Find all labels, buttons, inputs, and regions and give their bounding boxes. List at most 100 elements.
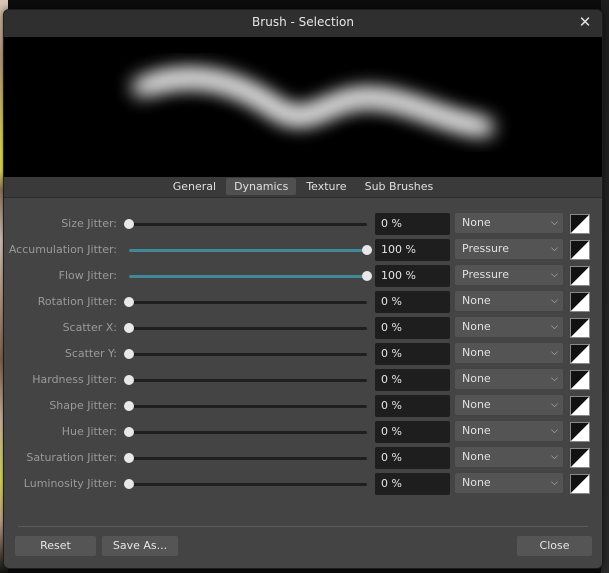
pressure-curve-icon[interactable] — [570, 474, 590, 494]
luminosity-jitter-label: Luminosity Jitter: — [23, 477, 117, 490]
rotation-jitter-slider[interactable] — [124, 297, 367, 307]
dropdown-value: None — [462, 346, 491, 359]
dropdown-value: None — [462, 320, 491, 333]
accumulation-jitter-controller-dropdown[interactable]: Pressure ⌵ — [455, 239, 563, 259]
slider-handle[interactable] — [362, 245, 372, 255]
pressure-curve-icon[interactable] — [570, 370, 590, 390]
saturation-jitter-label: Saturation Jitter: — [26, 451, 117, 464]
dropdown-value: None — [462, 294, 491, 307]
accumulation-jitter-label: Accumulation Jitter: — [8, 243, 117, 256]
dynamics-panel: Size Jitter: 0 % None ⌵ Accumulation Jitter:… — [4, 198, 602, 518]
saturation-jitter-controller-dropdown[interactable]: None ⌵ — [455, 447, 563, 467]
close-icon[interactable]: ✕ — [576, 13, 594, 31]
pressure-curve-icon[interactable] — [570, 292, 590, 312]
slider-handle[interactable] — [124, 479, 134, 489]
flow-jitter-slider[interactable] — [129, 271, 372, 281]
slider-handle[interactable] — [124, 453, 134, 463]
chevron-down-icon: ⌵ — [551, 426, 558, 436]
dynamics-row: Size Jitter: 0 % None ⌵ — [4, 213, 602, 235]
scatter-y-controller-dropdown[interactable]: None ⌵ — [455, 343, 563, 363]
pressure-curve-icon[interactable] — [570, 214, 590, 234]
accumulation-jitter-value-field[interactable]: 100 % — [375, 239, 450, 261]
scatter-y-value-field[interactable]: 0 % — [375, 343, 450, 365]
rotation-jitter-value-field[interactable]: 0 % — [375, 291, 450, 313]
shape-jitter-slider[interactable] — [124, 401, 367, 411]
hardness-jitter-controller-dropdown[interactable]: None ⌵ — [455, 369, 563, 389]
scatter-x-controller-dropdown[interactable]: None ⌵ — [455, 317, 563, 337]
dropdown-value: None — [462, 372, 491, 385]
slider-handle[interactable] — [124, 323, 134, 333]
flow-jitter-controller-dropdown[interactable]: Pressure ⌵ — [455, 265, 563, 285]
size-jitter-slider[interactable] — [124, 219, 367, 229]
accumulation-jitter-slider[interactable] — [129, 245, 372, 255]
pressure-curve-icon[interactable] — [570, 318, 590, 338]
shape-jitter-controller-dropdown[interactable]: None ⌵ — [455, 395, 563, 415]
chevron-down-icon: ⌵ — [551, 374, 558, 384]
pressure-curve-icon[interactable] — [570, 422, 590, 442]
hue-jitter-value-field[interactable]: 0 % — [375, 421, 450, 443]
dropdown-value: Pressure — [462, 268, 509, 281]
chevron-down-icon: ⌵ — [551, 452, 558, 462]
slider-handle[interactable] — [124, 219, 134, 229]
flow-jitter-label: Flow Jitter: — [58, 269, 117, 282]
tab-sub-brushes[interactable]: Sub Brushes — [357, 178, 442, 195]
dropdown-value: Pressure — [462, 242, 509, 255]
dialog-title: Brush - Selection — [252, 15, 354, 29]
saturation-jitter-value-field[interactable]: 0 % — [375, 447, 450, 469]
size-jitter-value-field[interactable]: 0 % — [375, 213, 450, 235]
rotation-jitter-controller-dropdown[interactable]: None ⌵ — [455, 291, 563, 311]
hardness-jitter-slider[interactable] — [124, 375, 367, 385]
slider-fill — [129, 249, 367, 252]
title-bar[interactable]: Brush - Selection ✕ — [4, 10, 602, 37]
brush-dialog: Brush - Selection ✕ General Dynamics Textu… — [3, 9, 603, 569]
chevron-down-icon: ⌵ — [551, 400, 558, 410]
hue-jitter-slider[interactable] — [124, 427, 367, 437]
scatter-x-value-field[interactable]: 0 % — [375, 317, 450, 339]
brush-stroke-preview — [132, 67, 494, 137]
tab-general[interactable]: General — [165, 178, 224, 195]
size-jitter-controller-dropdown[interactable]: None ⌵ — [455, 213, 563, 233]
save-as-button[interactable]: Save As... — [102, 536, 178, 556]
saturation-jitter-slider[interactable] — [124, 453, 367, 463]
slider-handle[interactable] — [362, 271, 372, 281]
pressure-curve-icon[interactable] — [570, 240, 590, 260]
chevron-down-icon: ⌵ — [551, 244, 558, 254]
chevron-down-icon: ⌵ — [551, 348, 558, 358]
luminosity-jitter-controller-dropdown[interactable]: None ⌵ — [455, 473, 563, 493]
shape-jitter-value-field[interactable]: 0 % — [375, 395, 450, 417]
dynamics-row: Rotation Jitter: 0 % None ⌵ — [4, 291, 602, 313]
flow-jitter-value-field[interactable]: 100 % — [375, 265, 450, 287]
luminosity-jitter-value-field[interactable]: 0 % — [375, 473, 450, 495]
dynamics-row: Hardness Jitter: 0 % None ⌵ — [4, 369, 602, 391]
tab-dynamics[interactable]: Dynamics — [226, 178, 297, 195]
tab-bar: General Dynamics Texture Sub Brushes — [4, 177, 602, 198]
slider-handle[interactable] — [124, 427, 134, 437]
chevron-down-icon: ⌵ — [551, 218, 558, 228]
dynamics-row: Shape Jitter: 0 % None ⌵ — [4, 395, 602, 417]
luminosity-jitter-slider[interactable] — [124, 479, 367, 489]
dropdown-value: None — [462, 424, 491, 437]
pressure-curve-icon[interactable] — [570, 448, 590, 468]
slider-handle[interactable] — [124, 297, 134, 307]
slider-handle[interactable] — [124, 375, 134, 385]
pressure-curve-icon[interactable] — [570, 266, 590, 286]
slider-handle[interactable] — [124, 349, 134, 359]
chevron-down-icon: ⌵ — [551, 270, 558, 280]
dropdown-value: None — [462, 398, 491, 411]
slider-handle[interactable] — [124, 401, 134, 411]
pressure-curve-icon[interactable] — [570, 396, 590, 416]
slider-fill — [129, 275, 367, 278]
scatter-x-slider[interactable] — [124, 323, 367, 333]
brush-preview — [4, 37, 602, 177]
close-button[interactable]: Close — [517, 536, 592, 556]
hardness-jitter-value-field[interactable]: 0 % — [375, 369, 450, 391]
reset-button[interactable]: Reset — [15, 536, 96, 556]
shape-jitter-label: Shape Jitter: — [49, 399, 117, 412]
scatter-y-label: Scatter Y: — [64, 347, 117, 360]
hue-jitter-controller-dropdown[interactable]: None ⌵ — [455, 421, 563, 441]
pressure-curve-icon[interactable] — [570, 344, 590, 364]
scatter-y-slider[interactable] — [124, 349, 367, 359]
size-jitter-label: Size Jitter: — [61, 217, 117, 230]
hardness-jitter-label: Hardness Jitter: — [32, 373, 117, 386]
tab-texture[interactable]: Texture — [298, 178, 354, 195]
